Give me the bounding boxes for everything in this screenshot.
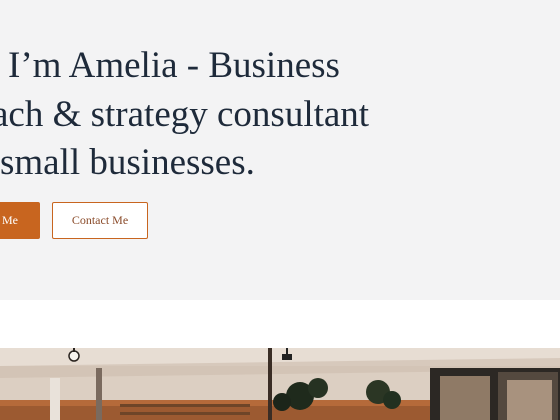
hero-headline-line-2: ach & strategy consultant	[0, 94, 370, 135]
hero-headline: I’m Amelia - Business ach & strategy con…	[0, 0, 560, 200]
office-interior-photo	[0, 348, 560, 420]
primary-cta-button[interactable]: t Me	[0, 202, 40, 239]
photo-illustration	[0, 348, 560, 420]
hero-headline-line-3: small businesses.	[0, 142, 255, 183]
hero-headline-line-1: I’m Amelia - Business	[8, 45, 340, 86]
contact-me-button[interactable]: Contact Me	[52, 202, 148, 239]
hero-section: I’m Amelia - Business ach & strategy con…	[0, 0, 560, 300]
page: I’m Amelia - Business ach & strategy con…	[0, 0, 560, 420]
